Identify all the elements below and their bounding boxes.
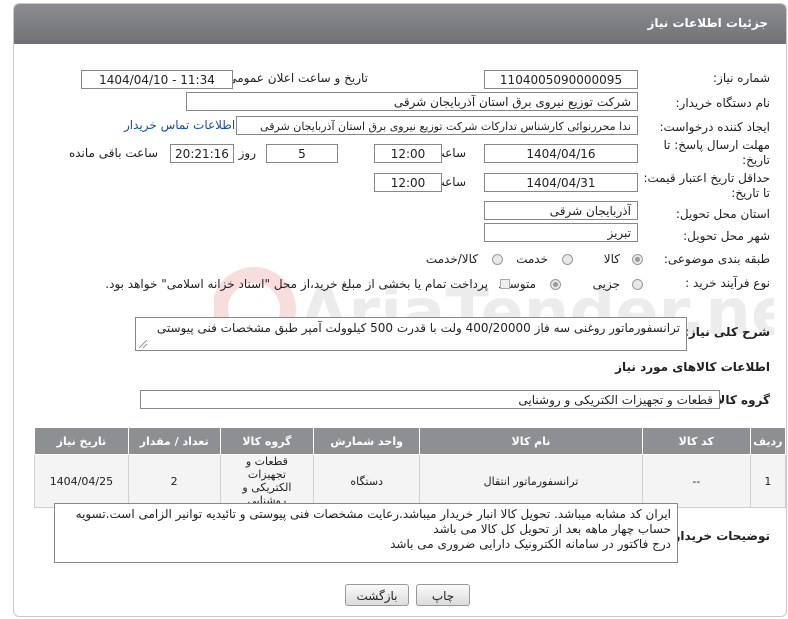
table-header-row: ردیف کد کالا نام کالا واحد شمارش گروه کا… (34, 427, 786, 455)
cell-unit: دستگاه (313, 454, 421, 508)
main-panel: جزئیات اطلاعات نیاز AriaTender.neT شماره… (13, 3, 787, 617)
header-bar: جزئیات اطلاعات نیاز (14, 4, 786, 44)
city-field: تبریز (484, 223, 638, 242)
col-group: گروه کالا (219, 427, 315, 455)
process-label: نوع فرآیند خرید : (685, 276, 770, 290)
validity-date-field: 1404/04/31 (484, 173, 638, 192)
cell-date: 1404/04/25 (34, 454, 129, 508)
col-date: تاریخ نیاز (34, 427, 129, 455)
payment-note: پرداخت تمام یا بخشی از مبلغ خرید،از محل … (105, 277, 488, 291)
back-button[interactable]: بازگشت (345, 584, 409, 606)
buyer-org-label: نام دستگاه خریدار: (675, 96, 771, 110)
cell-name: ترانسفورماتور انتقال (419, 454, 643, 508)
need-number-field: 1104005090000095 (484, 70, 638, 89)
cell-qty: 2 (127, 454, 221, 508)
treasury-checkbox[interactable] (500, 279, 510, 289)
buyer-notes-line-2: حساب چهار ماهه بعد از تحویل کل کالا می ب… (433, 522, 671, 536)
contact-buyer-link[interactable]: اطلاعات تماس خریدار (124, 118, 235, 132)
deadline-label: مهلت ارسال پاسخ: تا (663, 138, 770, 152)
validity-time-field: 12:00 (374, 173, 442, 192)
buyer-notes-label: توضیحات خریدار: (668, 529, 770, 543)
province-field: آذربایجان شرقی (484, 201, 638, 220)
process-radio-minor[interactable] (632, 279, 643, 290)
category-radio-goods[interactable] (632, 254, 643, 265)
announce-field: 1404/04/10 - 11:34 (81, 70, 233, 89)
col-code: کد کالا (641, 427, 751, 455)
province-label: استان محل تحویل: (675, 207, 770, 221)
remaining-label: ساعت باقی مانده (68, 146, 158, 160)
min-validity-label: حداقل تاریخ اعتبار قیمت: (643, 171, 770, 185)
description-textarea[interactable]: ترانسفورماتور روغنی سه فاز 400/20000 ولت… (135, 317, 687, 351)
remaining-time-field: 20:21:16 (170, 144, 234, 163)
min-validity-label-2: تا تاریخ: (731, 186, 770, 200)
col-row: ردیف (749, 427, 786, 455)
goods-group-label: گروه کالا: (711, 393, 770, 407)
goods-section-title: اطلاعات کالاهای مورد نیاز (615, 360, 770, 374)
deadline-label-2: تاریخ: (742, 153, 770, 167)
process-radio-medium[interactable] (550, 279, 561, 290)
buyer-notes-line-1: ایران کد مشابه میباشد. تحویل کالا انبار … (75, 507, 671, 521)
buyer-notes-line-3: درج فاکتور در سامانه الکترونیک دارایی ضر… (390, 537, 671, 551)
announce-label: تاریخ و ساعت اعلان عمومی: (223, 71, 368, 85)
description-label: شرح کلی نیاز: (684, 325, 770, 339)
col-name: نام کالا (419, 427, 643, 455)
buyer-notes-textarea[interactable]: ایران کد مشابه میباشد. تحویل کالا انبار … (54, 503, 678, 563)
print-button[interactable]: چاپ (416, 584, 470, 606)
need-number-label: شماره نیاز: (713, 71, 770, 85)
days-field: 5 (266, 144, 338, 163)
deadline-time-field: 12:00 (374, 144, 442, 163)
cell-code: -- (641, 454, 751, 508)
resize-grip-icon[interactable] (139, 340, 147, 348)
deadline-date-field: 1404/04/16 (484, 144, 638, 163)
cell-group: قطعات و تجهیزات الکتریکی و روشنایی (219, 454, 315, 508)
col-qty: تعداد / مقدار (127, 427, 221, 455)
goods-group-field: قطعات و تجهیزات الکتریکی و روشنایی (140, 390, 720, 409)
cell-row: 1 (749, 454, 786, 508)
category-option-goods: کالا (603, 252, 620, 266)
category-radio-service[interactable] (562, 254, 573, 265)
category-label: طبقه بندی موضوعی: (663, 252, 770, 266)
creator-field: ندا محررنوائی کارشناس تدارکات شرکت توزیع… (236, 116, 638, 135)
table-row: 1 -- ترانسفورماتور انتقال دستگاه قطعات و… (34, 454, 786, 508)
creator-label: ایجاد کننده درخواست: (659, 120, 770, 134)
col-unit: واحد شمارش (313, 427, 421, 455)
description-text: ترانسفورماتور روغنی سه فاز 400/20000 ولت… (156, 321, 680, 335)
category-option-goods-service: کالا/خدمت (425, 252, 478, 266)
category-option-service: خدمت (516, 252, 548, 266)
city-label: شهر محل تحویل: (683, 229, 770, 243)
page-title: جزئیات اطلاعات نیاز (647, 16, 768, 30)
items-table: ردیف کد کالا نام کالا واحد شمارش گروه کا… (34, 427, 786, 508)
buyer-org-field: شرکت توزیع نیروی برق استان آذربایجان شرق… (186, 92, 638, 111)
process-option-minor: جزیی (592, 277, 620, 291)
category-radio-goods-service[interactable] (492, 254, 503, 265)
